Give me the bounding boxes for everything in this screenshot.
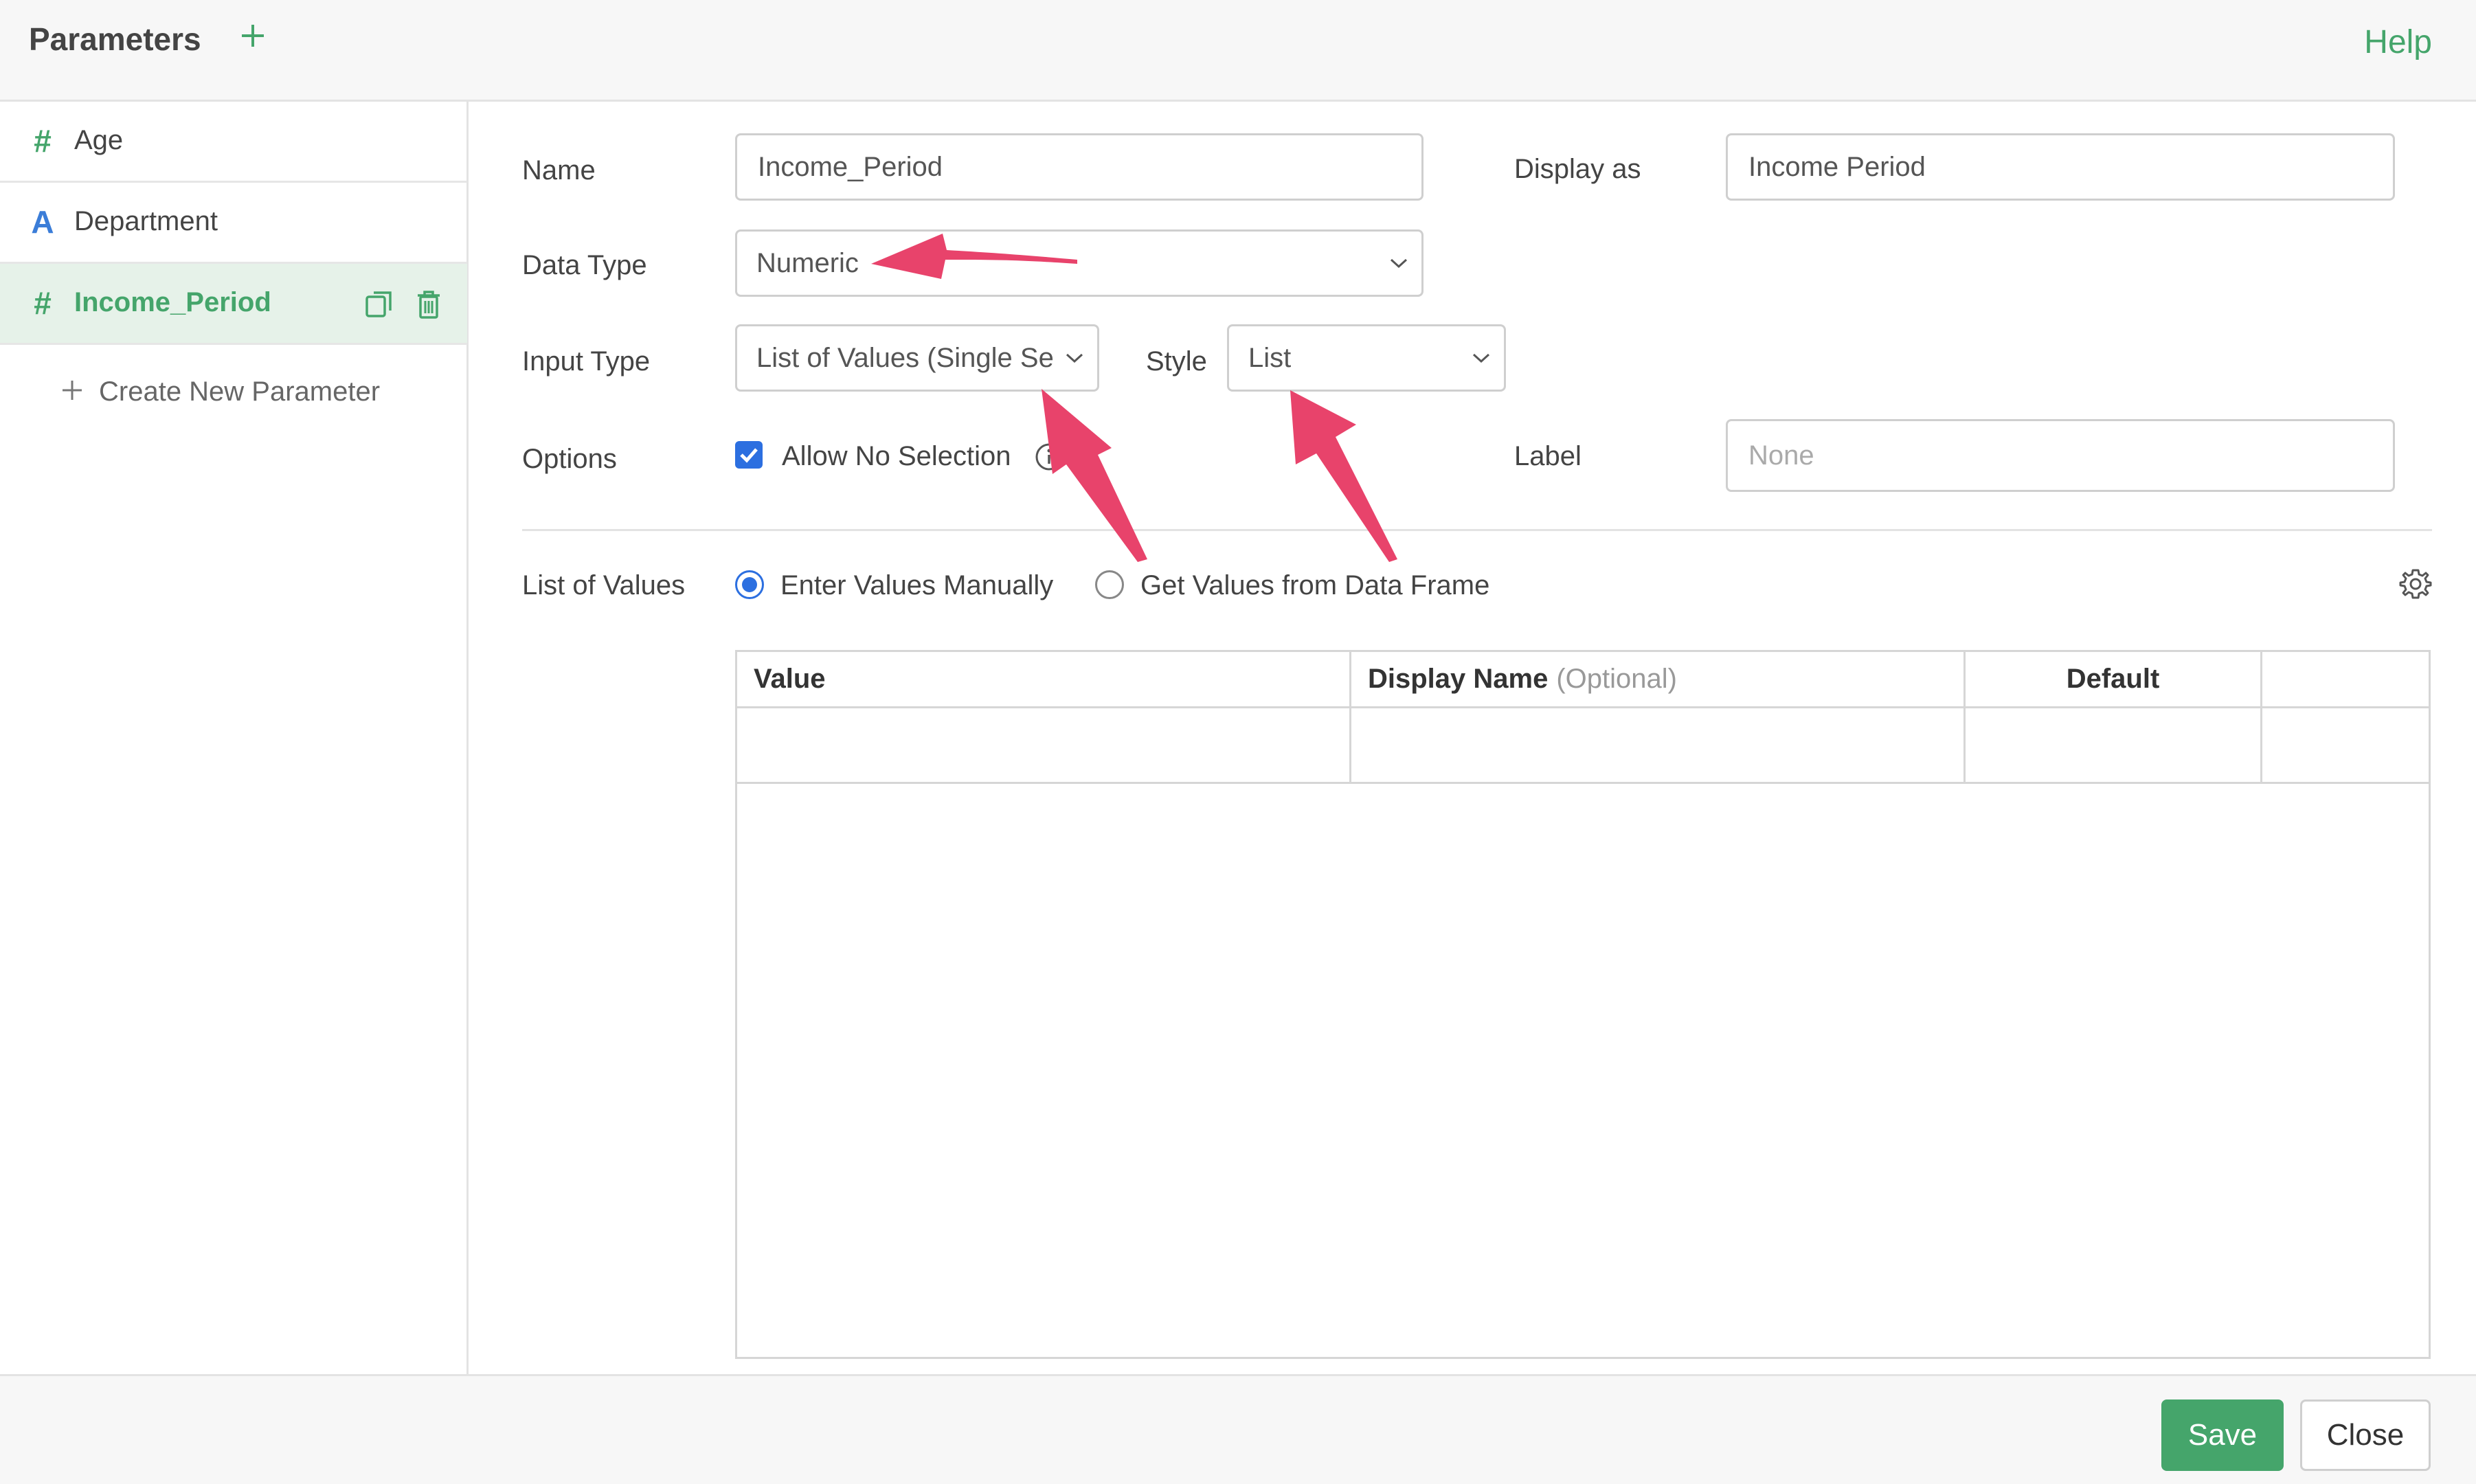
input-type-label: Input Type [522,346,651,376]
enter-values-manually-label: Enter Values Manually [780,570,1054,600]
page-title: Parameters [29,21,201,57]
sidebar-item-label: Department [74,206,218,236]
get-values-from-data-frame-radio[interactable] [1095,570,1124,599]
trash-icon[interactable] [414,289,444,320]
default-cell[interactable] [1966,708,2262,784]
checkmark-icon [740,448,758,463]
display-as-label: Display as [1514,154,1641,184]
data-type-value: Numeric [756,247,859,278]
data-type-select[interactable]: Numeric [735,229,1423,297]
options-label: Options [522,444,617,474]
info-icon[interactable] [1035,442,1063,471]
label-input[interactable]: None [1726,419,2395,492]
input-type-select[interactable]: List of Values (Single Se [735,324,1099,392]
save-button[interactable]: Save [2161,1399,2284,1471]
column-header-actions [2262,652,2429,708]
sidebar-item-department[interactable]: A Department [0,183,467,264]
sidebar: # Age A Department # Income_Period Creat… [0,102,469,1374]
allow-no-selection-checkbox[interactable] [735,441,763,469]
footer: Save Close [0,1374,2476,1484]
close-button[interactable]: Close [2300,1399,2431,1471]
values-table: Value Display Name (Optional) Default [735,650,2431,1359]
display-as-input[interactable]: Income Period [1726,133,2395,201]
enter-values-manually-radio[interactable] [735,570,764,599]
style-select[interactable]: List [1227,324,1506,392]
chevron-down-icon [1390,258,1408,269]
text-type-icon: A [31,204,54,240]
column-header-display-name: Display Name (Optional) [1351,652,1966,708]
sidebar-item-label: Income_Period [74,287,271,317]
arrow-input-type [1042,389,1147,562]
data-type-label: Data Type [522,250,647,280]
duplicate-icon[interactable] [364,289,394,320]
sidebar-item-age[interactable]: # Age [0,102,467,183]
add-parameter-icon[interactable] [238,21,268,51]
optional-hint: (Optional) [1556,664,1677,694]
list-of-values-label: List of Values [522,570,686,600]
section-divider [522,529,2432,531]
value-cell[interactable] [737,708,1351,784]
create-new-parameter-link[interactable]: Create New Parameter [60,376,380,407]
get-values-from-data-frame-label: Get Values from Data Frame [1140,570,1490,600]
style-label: Style [1146,346,1207,376]
create-new-label: Create New Parameter [99,376,381,407]
hash-icon: # [34,123,52,159]
chevron-down-icon [1472,353,1490,363]
column-header-label: Display Name [1368,664,1549,694]
arrow-style [1290,390,1397,562]
hash-icon: # [34,285,52,321]
input-type-value: List of Values (Single Se [756,342,1054,373]
sidebar-item-label: Age [74,125,124,155]
allow-no-selection-label: Allow No Selection [782,441,1011,471]
style-value: List [1248,342,1292,373]
chevron-down-icon [1066,353,1083,363]
actions-cell [2262,708,2429,784]
label-label: Label [1514,441,1582,471]
plus-icon [63,381,82,400]
column-header-default: Default [1966,652,2262,708]
header: Parameters Help [0,0,2476,102]
name-label: Name [522,155,596,186]
help-link[interactable]: Help [2364,23,2432,61]
column-header-label: Value [754,664,826,694]
sidebar-item-income-period[interactable]: # Income_Period [0,264,467,345]
column-header-label: Default [2066,664,2160,694]
name-input[interactable]: Income_Period [735,133,1423,201]
column-header-value: Value [737,652,1351,708]
gear-icon[interactable] [2399,567,2432,600]
display-name-cell[interactable] [1351,708,1966,784]
